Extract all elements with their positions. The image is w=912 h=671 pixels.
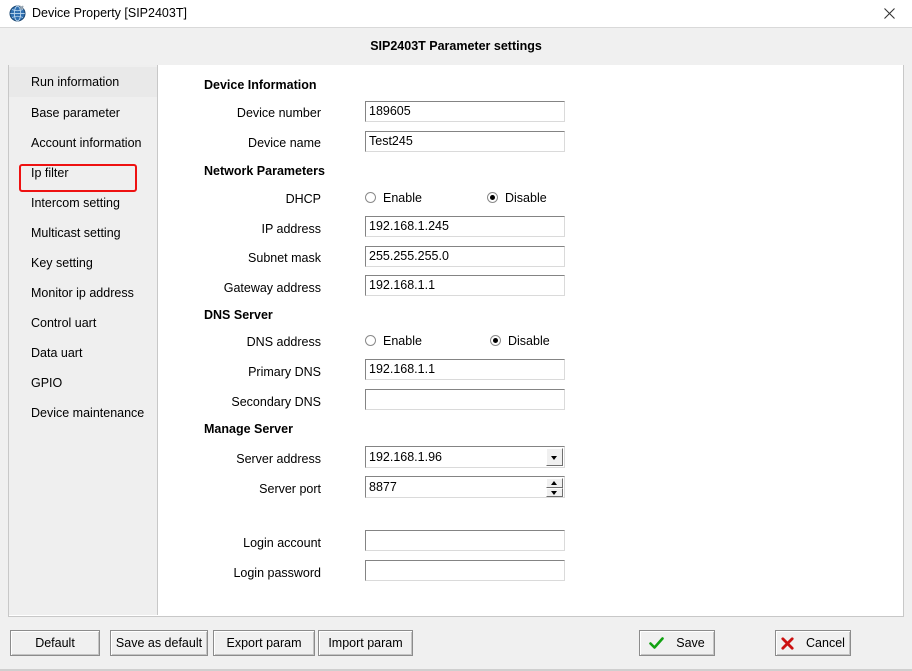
- select-server-address[interactable]: 192.168.1.96: [365, 446, 565, 468]
- radio-dot-icon: [365, 192, 376, 203]
- header-strip: SIP2403T Parameter settings: [8, 28, 904, 65]
- sidebar: Run information Base parameter Account i…: [9, 65, 158, 615]
- section-heading-network-parameters: Network Parameters: [204, 164, 325, 178]
- label-primary-dns: Primary DNS: [248, 365, 321, 379]
- label-subnet-mask: Subnet mask: [248, 251, 321, 265]
- stepper-up-icon[interactable]: [546, 478, 563, 488]
- body-panel: Run information Base parameter Account i…: [8, 65, 904, 617]
- radio-dot-icon: [490, 335, 501, 346]
- cross-icon: [781, 636, 794, 650]
- quantity-stepper[interactable]: [546, 478, 563, 497]
- close-icon: [883, 8, 895, 19]
- section-heading-device-information: Device Information: [204, 78, 317, 92]
- radio-dns-enable-label: Enable: [383, 334, 422, 348]
- chevron-down-icon[interactable]: [546, 448, 563, 466]
- default-button[interactable]: Default: [10, 630, 100, 656]
- sidebar-item-monitor-ip-address[interactable]: Monitor ip address: [9, 278, 157, 308]
- window-title: Device Property [SIP2403T]: [32, 6, 187, 20]
- save-button-label: Save: [676, 636, 705, 650]
- radio-dhcp-disable-label: Disable: [505, 191, 547, 205]
- import-param-button[interactable]: Import param: [318, 630, 413, 656]
- sidebar-item-ip-filter[interactable]: Ip filter: [9, 158, 157, 188]
- radio-group-dns-address: Enable Disable: [365, 334, 565, 352]
- input-login-password[interactable]: [365, 560, 565, 581]
- input-subnet-mask[interactable]: 255.255.255.0: [365, 246, 565, 267]
- sidebar-item-account-information[interactable]: Account information: [9, 128, 157, 158]
- radio-dot-icon: [487, 192, 498, 203]
- page-title: SIP2403T Parameter settings: [370, 39, 542, 53]
- input-server-port-value: 8877: [369, 480, 397, 494]
- label-dhcp: DHCP: [285, 192, 321, 206]
- label-login-account: Login account: [243, 536, 321, 550]
- radio-group-dhcp: Enable Disable: [365, 191, 565, 209]
- sidebar-item-key-setting[interactable]: Key setting: [9, 248, 157, 278]
- label-dns-address: DNS address: [246, 335, 321, 349]
- save-as-default-button[interactable]: Save as default: [110, 630, 208, 656]
- close-button[interactable]: [866, 0, 912, 27]
- input-login-account[interactable]: [365, 530, 565, 551]
- sidebar-item-multicast-setting[interactable]: Multicast setting: [9, 218, 157, 248]
- input-device-name[interactable]: Test245: [365, 131, 565, 152]
- save-button[interactable]: Save: [639, 630, 715, 656]
- network-globe-icon: [9, 5, 26, 22]
- device-property-window: Device Property [SIP2403T] SIP2403T Para…: [0, 0, 912, 671]
- label-server-address: Server address: [236, 452, 321, 466]
- radio-dhcp-disable[interactable]: Disable: [487, 191, 547, 205]
- section-heading-manage-server: Manage Server: [204, 422, 293, 436]
- input-gateway-address[interactable]: 192.168.1.1: [365, 275, 565, 296]
- radio-dns-enable[interactable]: Enable: [365, 334, 422, 348]
- check-icon: [649, 636, 665, 649]
- sidebar-item-gpio[interactable]: GPIO: [9, 368, 157, 398]
- select-server-address-value: 192.168.1.96: [369, 450, 442, 464]
- input-device-number[interactable]: 189605: [365, 101, 565, 122]
- label-server-port: Server port: [259, 482, 321, 496]
- sidebar-item-base-parameter[interactable]: Base parameter: [9, 98, 157, 128]
- sidebar-item-run-information[interactable]: Run information: [9, 67, 157, 97]
- cancel-button-label: Cancel: [806, 636, 845, 650]
- sidebar-item-intercom-setting[interactable]: Intercom setting: [9, 188, 157, 218]
- title-bar: Device Property [SIP2403T]: [0, 0, 912, 28]
- radio-dhcp-enable[interactable]: Enable: [365, 191, 422, 205]
- content-area: Device Information Device number 189605 …: [158, 65, 903, 615]
- radio-dot-icon: [365, 335, 376, 346]
- label-gateway-address: Gateway address: [223, 281, 321, 295]
- label-secondary-dns: Secondary DNS: [231, 395, 321, 409]
- label-ip-address: IP address: [261, 222, 321, 236]
- sidebar-item-control-uart[interactable]: Control uart: [9, 308, 157, 338]
- input-ip-address[interactable]: 192.168.1.245: [365, 216, 565, 237]
- sidebar-item-data-uart[interactable]: Data uart: [9, 338, 157, 368]
- sidebar-item-device-maintenance[interactable]: Device maintenance: [9, 398, 157, 428]
- radio-dns-disable[interactable]: Disable: [490, 334, 550, 348]
- section-heading-dns-server: DNS Server: [204, 308, 273, 322]
- cancel-button[interactable]: Cancel: [775, 630, 851, 656]
- input-server-port[interactable]: 8877: [365, 476, 565, 498]
- label-device-name: Device name: [248, 136, 321, 150]
- input-primary-dns[interactable]: 192.168.1.1: [365, 359, 565, 380]
- label-device-number: Device number: [236, 106, 321, 120]
- stepper-down-icon[interactable]: [546, 487, 563, 497]
- footer-button-bar: Default Save as default Export param Imp…: [0, 617, 912, 671]
- export-param-button[interactable]: Export param: [213, 630, 315, 656]
- radio-dhcp-enable-label: Enable: [383, 191, 422, 205]
- radio-dns-disable-label: Disable: [508, 334, 550, 348]
- input-secondary-dns[interactable]: [365, 389, 565, 410]
- label-login-password: Login password: [233, 566, 321, 580]
